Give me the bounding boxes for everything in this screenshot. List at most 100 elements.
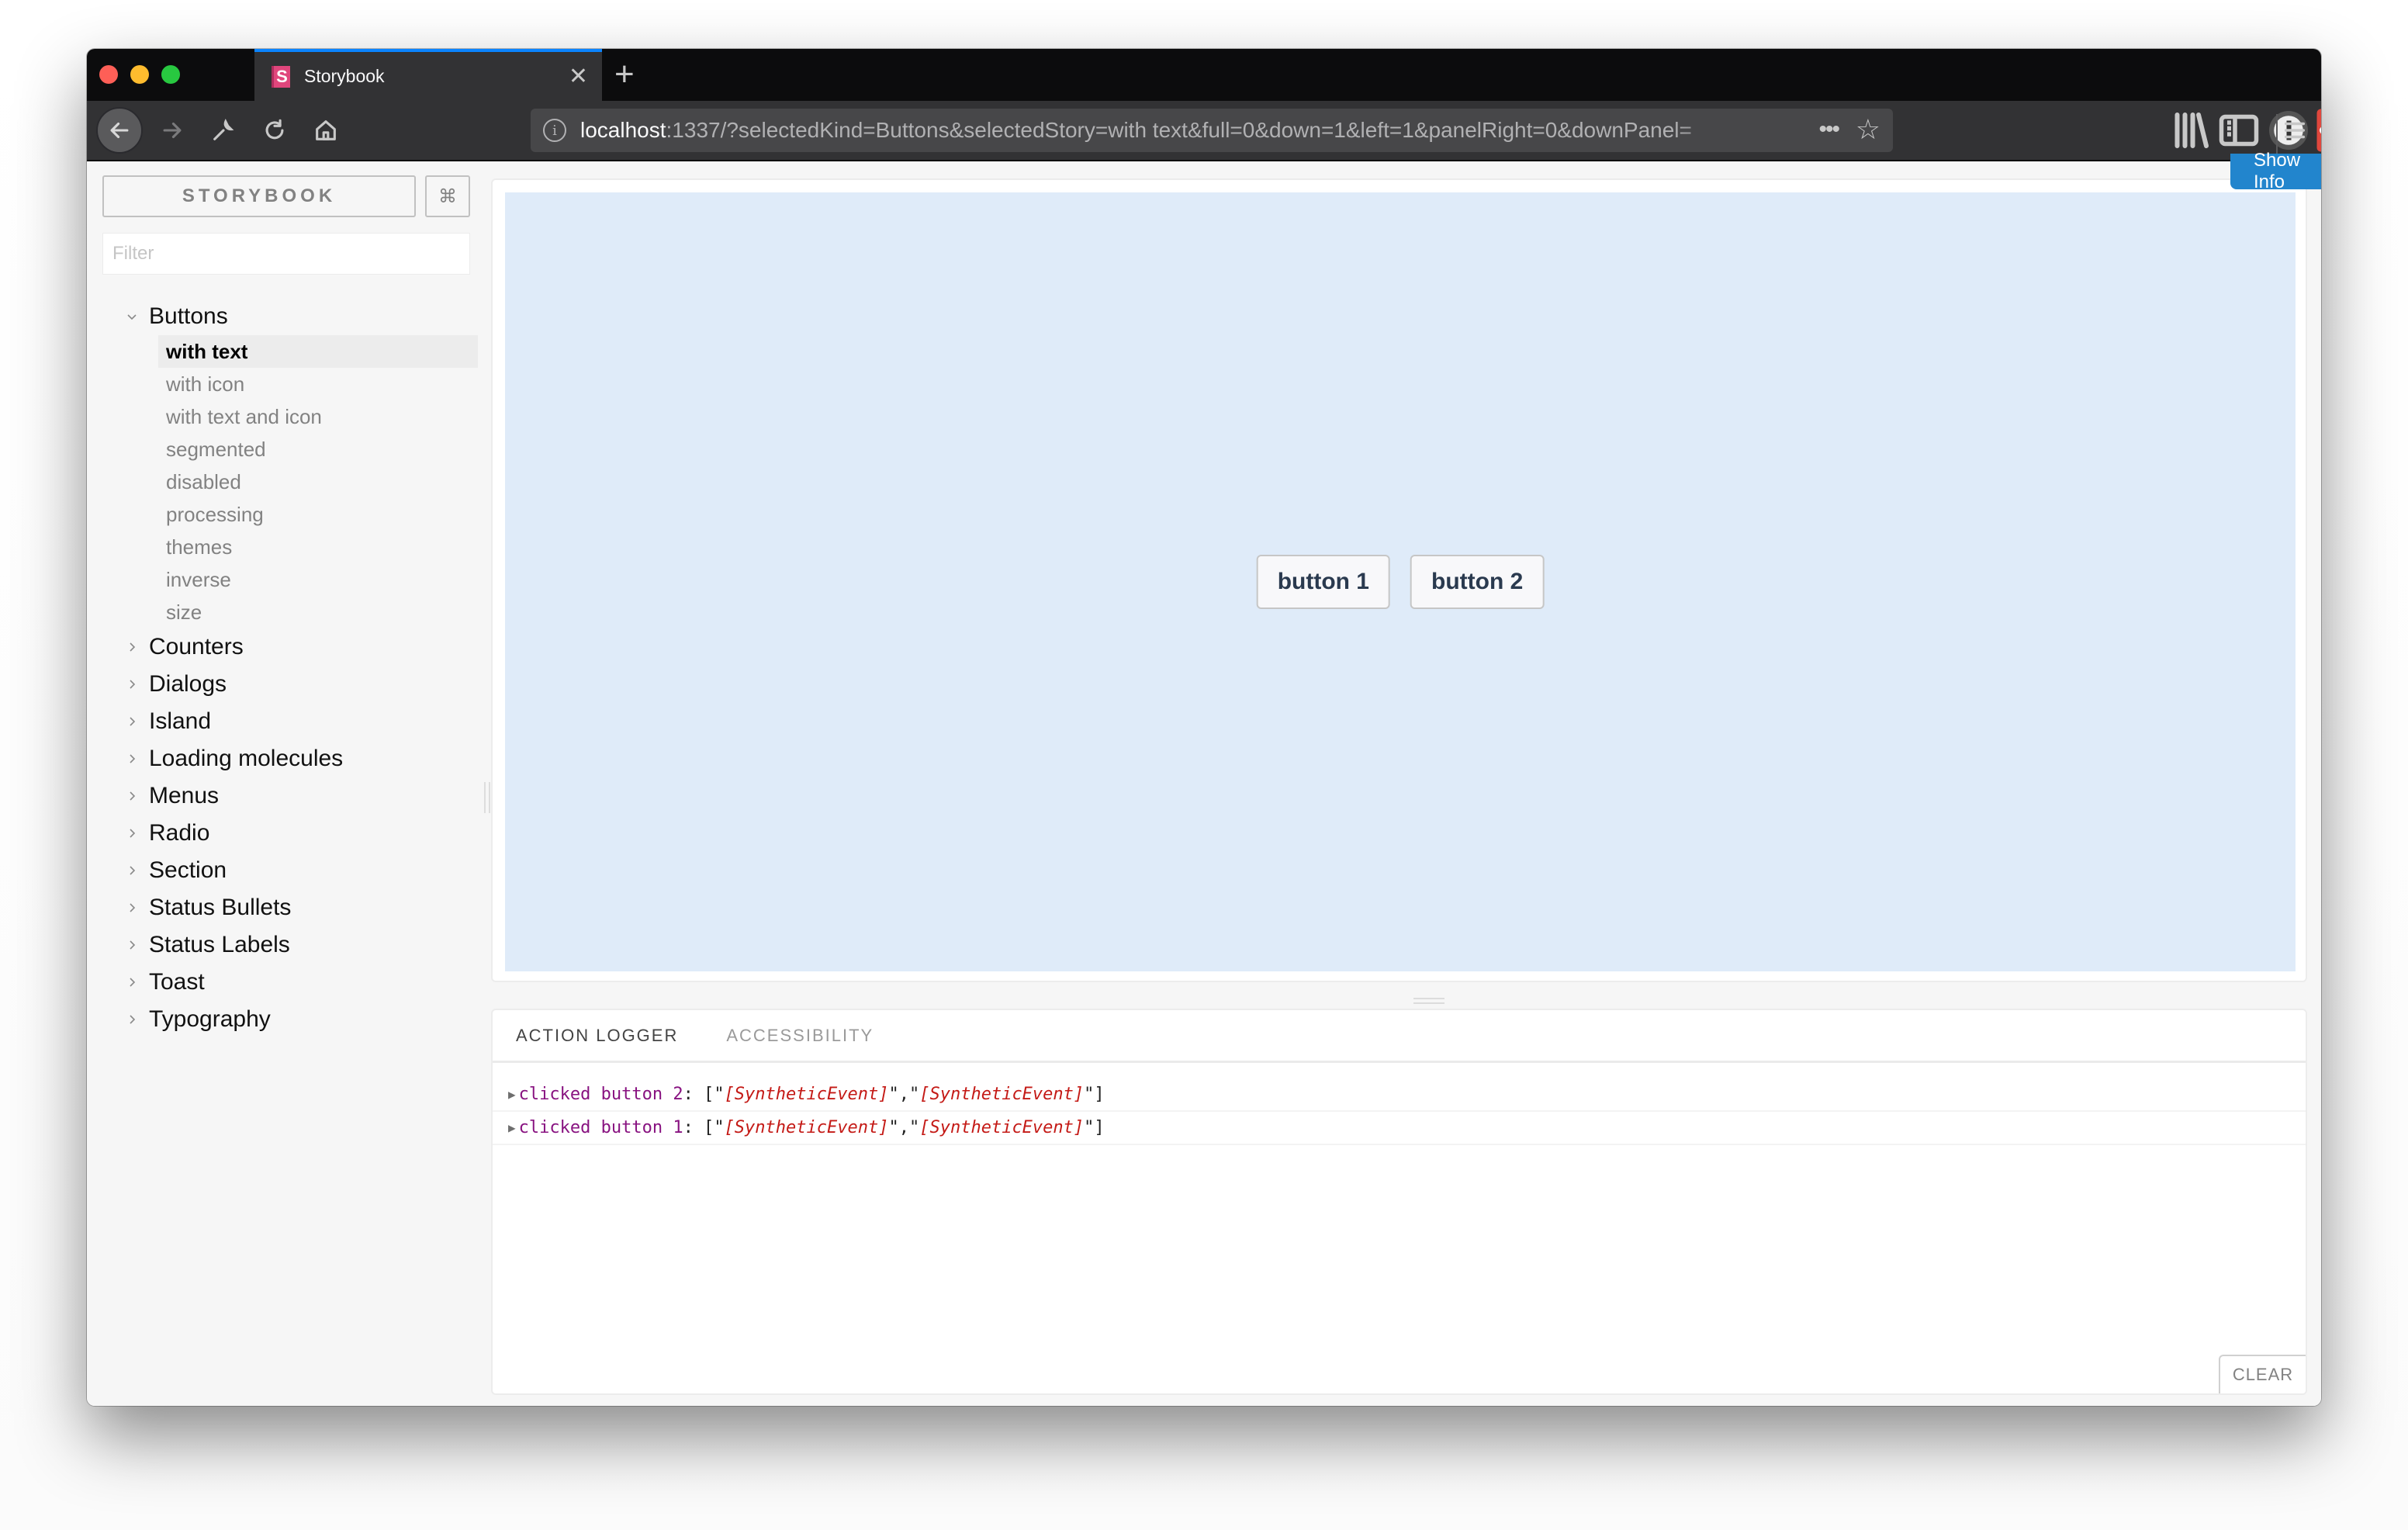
chevron-right-icon [118,678,149,691]
app-menu-button[interactable] [2271,107,2318,154]
log-punctuation: " [714,1085,725,1104]
story-disabled[interactable]: disabled [158,466,478,498]
keyboard-shortcuts-button[interactable]: ⌘ [425,175,470,217]
kind-label: Section [149,857,227,883]
clear-log-button[interactable]: CLEAR [2219,1355,2306,1393]
kind-label: Loading molecules [149,746,344,771]
storybook-app: STORYBOOK ⌘ Buttons with text with icon … [87,150,2321,1406]
kind-dialogs[interactable]: Dialogs [118,666,475,703]
story-inverse[interactable]: inverse [158,563,478,596]
url-text[interactable]: localhost:1337/?selectedKind=Buttons&sel… [580,118,1744,143]
tab-close-icon[interactable]: ✕ [569,63,588,90]
site-info-icon[interactable]: i [543,119,566,142]
log-arg-value: [SyntheticEvent] [724,1118,889,1137]
expand-triangle-icon[interactable]: ▶ [508,1087,516,1102]
log-punctuation: " [714,1118,725,1137]
story-size[interactable]: size [158,596,478,628]
kind-counters[interactable]: Counters [118,628,475,666]
story-with-icon[interactable]: with icon [158,368,478,400]
sidebar-toggle-button[interactable] [2216,107,2262,154]
chevron-right-icon [118,902,149,914]
log-entry-name: clicked button 2 [518,1085,683,1104]
panel-resize-handle[interactable] [1413,998,1444,1004]
tab-action-logger[interactable]: ACTION LOGGER [516,1026,678,1046]
minimize-window-button[interactable] [130,65,149,84]
kind-label: Typography [149,1006,271,1032]
forward-button[interactable] [149,107,195,154]
sidebar-icon [2219,114,2259,147]
page-actions-menu-icon[interactable]: ••• [1818,116,1839,143]
chevron-right-icon [118,790,149,802]
kind-label: Counters [149,634,244,659]
log-punctuation: " [908,1085,920,1104]
story-buttons-group: button 1 button 2 [1256,555,1545,609]
log-punctuation: , [898,1118,909,1137]
address-bar[interactable]: i localhost:1337/?selectedKind=Buttons&s… [531,109,1893,152]
log-punctuation: " [888,1085,899,1104]
url-path: :1337/?selectedKind=Buttons&selectedStor… [666,118,1692,142]
sidebar-resize-handle[interactable] [484,782,490,813]
story-button-2[interactable]: button 2 [1410,555,1545,609]
log-punctuation: " [908,1118,920,1137]
wrench-icon [213,119,234,140]
log-entry[interactable]: ▶ clicked button 1: [" [SyntheticEvent] ", … [493,1112,2306,1145]
story-segmented[interactable]: segmented [158,433,478,466]
storybook-brand-button[interactable]: STORYBOOK [102,175,416,217]
log-punctuation: : [ [683,1085,714,1104]
addon-tabs: ACTION LOGGER ACCESSIBILITY [493,1010,2306,1063]
kind-typography[interactable]: Typography [118,1001,475,1038]
kind-menus[interactable]: Menus [118,777,475,815]
chevron-right-icon [118,1013,149,1026]
url-host: localhost [580,118,666,142]
back-button[interactable] [96,107,143,154]
chevron-right-icon [118,715,149,728]
home-button[interactable] [303,107,349,154]
kind-label: Toast [149,969,205,995]
kind-label: Island [149,708,212,734]
chevron-right-icon [118,753,149,765]
kind-section[interactable]: Section [118,852,475,889]
log-entry[interactable]: ▶ clicked button 2: [" [SyntheticEvent] ", … [493,1078,2306,1112]
story-processing[interactable]: processing [158,498,478,531]
library-button[interactable] [2168,107,2214,154]
chevron-right-icon [118,976,149,988]
zoom-window-button[interactable] [161,65,180,84]
chevron-down-icon [118,310,149,323]
browser-tab-storybook[interactable]: S Storybook ✕ [254,49,602,101]
kind-loading-molecules[interactable]: Loading molecules [118,740,475,777]
kind-status-labels[interactable]: Status Labels [118,926,475,964]
story-with-text-and-icon[interactable]: with text and icon [158,400,478,433]
kind-label: Menus [149,783,220,808]
kind-toast[interactable]: Toast [118,964,475,1001]
log-arg-value: [SyntheticEvent] [919,1085,1085,1104]
tab-accessibility[interactable]: ACCESSIBILITY [726,1026,874,1046]
tab-strip: S Storybook ✕ + [87,49,2321,101]
log-entry-name: clicked button 1 [518,1118,683,1137]
expand-triangle-icon[interactable]: ▶ [508,1120,516,1135]
story-preview-frame: button 1 button 2 [505,192,2296,971]
reload-button[interactable] [251,107,298,154]
story-button-1[interactable]: button 1 [1256,555,1390,609]
chevron-right-icon [118,939,149,951]
story-themes[interactable]: themes [158,531,478,563]
show-info-button[interactable]: Show Info [2230,150,2321,192]
story-with-text[interactable]: with text [158,335,478,368]
log-punctuation: " [888,1118,899,1137]
bookmark-star-icon[interactable]: ☆ [1856,113,1880,146]
tab-title: Storybook [304,66,385,86]
kind-radio[interactable]: Radio [118,815,475,852]
developer-tools-button[interactable] [200,107,247,154]
kind-island[interactable]: Island [118,703,475,740]
new-tab-button[interactable]: + [614,55,635,94]
kind-status-bullets[interactable]: Status Bullets [118,889,475,926]
filter-input[interactable] [102,233,470,275]
log-arg-value: [SyntheticEvent] [919,1118,1085,1137]
close-window-button[interactable] [99,65,118,84]
chevron-right-icon [118,827,149,839]
chevron-right-icon [118,864,149,877]
kind-buttons[interactable]: Buttons [118,298,475,335]
log-arg-value: [SyntheticEvent] [724,1085,889,1104]
storybook-favicon-icon: S [272,65,290,88]
stories-sidebar: STORYBOOK ⌘ Buttons with text with icon … [87,161,490,1406]
stories-tree: Buttons with text with icon with text an… [118,298,478,1038]
